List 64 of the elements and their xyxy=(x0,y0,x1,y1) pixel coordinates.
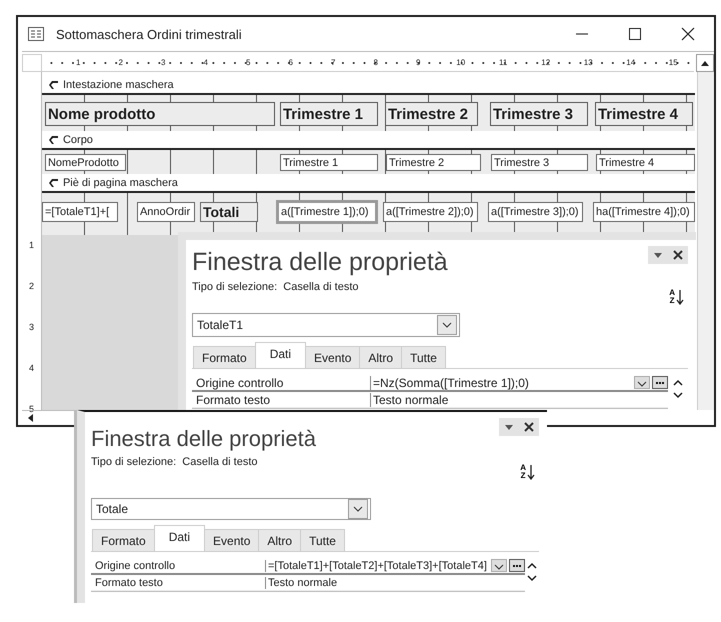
property-row[interactable]: Origine controllo =Nz(Somma([Trimestre 1]);0) xyxy=(192,375,668,392)
property-value[interactable]: =[TotaleT1]+[TotaleT2]+[TotaleT3]+[TotaleT4] xyxy=(266,560,487,572)
ellipsis-icon[interactable] xyxy=(652,376,668,389)
ellipsis-icon[interactable] xyxy=(508,559,525,572)
chevron-up-icon[interactable] xyxy=(673,379,683,386)
object-dropdown[interactable]: TotaleT1 xyxy=(192,313,460,337)
property-name: Origine controllo xyxy=(91,560,266,572)
text-box-control[interactable]: Trimestre 4 xyxy=(596,154,695,171)
property-row[interactable]: Origine controllo =[TotaleT1]+[TotaleT2]+[TotaleT3]+[TotaleT4] xyxy=(91,558,525,575)
label-control[interactable]: Totali xyxy=(200,202,258,222)
text-box-control[interactable]: Trimestre 2 xyxy=(386,154,481,171)
tab[interactable]: Tutte xyxy=(401,346,446,368)
property-value[interactable]: =Nz(Somma([Trimestre 1]);0) xyxy=(371,376,630,390)
chevron-down-icon xyxy=(442,322,452,328)
object-dropdown[interactable]: Totale xyxy=(91,498,371,520)
tab[interactable]: Tutte xyxy=(300,529,345,551)
tab[interactable]: Evento xyxy=(305,346,360,368)
label-control[interactable]: Trimestre 1 xyxy=(280,102,378,126)
selection-type: Tipo di selezione: Casella di testo xyxy=(91,456,258,468)
text-box-control[interactable]: Trimestre 1 xyxy=(280,154,378,171)
property-name: Formato testo xyxy=(192,392,371,406)
text-box-control[interactable]: Trimestre 3 xyxy=(490,154,588,171)
scroll-left-icon[interactable] xyxy=(26,413,36,423)
close-icon[interactable] xyxy=(681,27,695,41)
chevron-down-icon[interactable] xyxy=(673,392,683,399)
window-title: Sottomaschera Ordini trimestrali xyxy=(56,26,242,42)
chevron-down-icon[interactable] xyxy=(634,376,650,389)
chevron-down-icon[interactable] xyxy=(490,559,507,572)
text-box-control[interactable]: ha([Trimestre 4]);0) xyxy=(592,202,695,222)
tab[interactable]: Formato xyxy=(193,346,256,368)
tab[interactable]: Evento xyxy=(204,529,260,551)
label-control[interactable]: Trimestre 3 xyxy=(490,102,588,126)
sort-button[interactable]: A Z xyxy=(520,464,535,480)
scroll-bar[interactable] xyxy=(697,72,714,410)
property-value[interactable]: Testo normale xyxy=(266,576,525,588)
close-icon[interactable] xyxy=(523,421,535,433)
tab[interactable]: Formato xyxy=(92,529,155,551)
label-control[interactable]: Nome prodotto xyxy=(44,102,275,126)
selection-type: Tipo di selezione: Casella di testo xyxy=(192,281,359,293)
property-row[interactable]: Formato testo Testo normale xyxy=(91,575,525,591)
tab[interactable]: Altro xyxy=(258,529,302,551)
sheet-title: Finestra delle proprietà xyxy=(91,426,316,452)
property-row[interactable]: Formato testo Testo normale xyxy=(192,392,668,408)
label-control[interactable]: Trimestre 4 xyxy=(594,102,693,126)
property-value[interactable]: Testo normale xyxy=(371,392,668,406)
sheet-title: Finestra delle proprietà xyxy=(192,248,448,277)
form-icon xyxy=(28,27,44,41)
text-box-control[interactable]: a([Trimestre 3]);0) xyxy=(488,202,583,222)
maximize-icon[interactable] xyxy=(628,27,642,41)
chevron-up-icon[interactable] xyxy=(526,562,537,569)
label-control[interactable]: Trimestre 2 xyxy=(384,102,478,126)
text-box-control[interactable]: a([Trimestre 1]);0) xyxy=(278,202,376,222)
text-box-control[interactable]: AnnoOrdir xyxy=(136,202,195,222)
close-icon[interactable] xyxy=(672,249,684,261)
property-name: Origine controllo xyxy=(192,376,371,390)
tab[interactable]: Altro xyxy=(359,346,402,368)
text-box-control[interactable]: NomeProdotto xyxy=(44,154,126,171)
property-name: Formato testo xyxy=(91,576,266,588)
chevron-down-icon xyxy=(353,506,363,512)
scroll-up-icon[interactable] xyxy=(700,59,710,67)
chevron-down-icon[interactable] xyxy=(526,575,537,582)
text-box-control[interactable]: =[TotaleT1]+[ xyxy=(42,202,118,222)
text-box-control[interactable]: a([Trimestre 2]);0) xyxy=(382,202,478,222)
sort-button[interactable]: A Z xyxy=(669,289,684,305)
